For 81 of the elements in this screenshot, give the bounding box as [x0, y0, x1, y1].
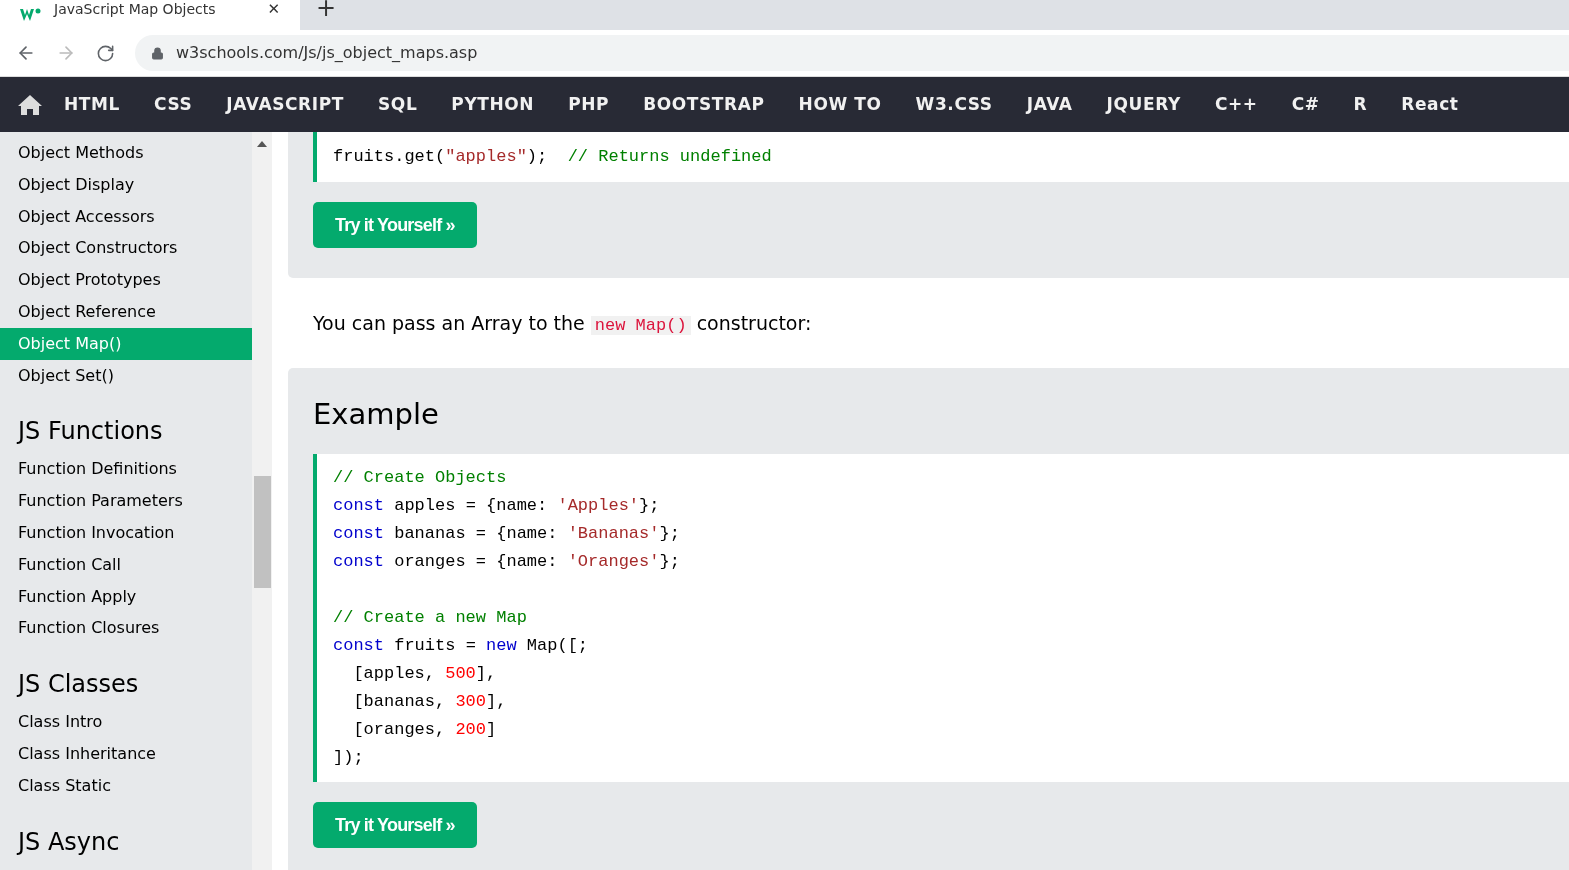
- code-number: 500: [445, 664, 476, 683]
- new-tab-button[interactable]: +: [316, 0, 337, 18]
- home-icon[interactable]: [17, 93, 43, 116]
- nav-link[interactable]: CSS: [137, 91, 210, 118]
- nav-link[interactable]: PHP: [551, 91, 627, 118]
- sidebar-item[interactable]: Object Reference: [0, 296, 252, 328]
- code-number: 200: [455, 720, 487, 739]
- reload-icon[interactable]: [96, 43, 115, 63]
- sidebar-item[interactable]: Object Accessors: [0, 200, 252, 233]
- sidebar-heading: JS Classes: [15, 669, 140, 701]
- sidebar-item[interactable]: Object Methods: [0, 137, 252, 169]
- code-text: [oranges,: [352, 720, 447, 739]
- code-text: [bananas,: [352, 692, 447, 711]
- sidebar-item[interactable]: Class Inheritance: [0, 737, 252, 770]
- code-text: apples = {name:: [393, 496, 549, 515]
- sidebar-item[interactable]: Function Apply: [0, 580, 252, 613]
- code-text: fruits.get(: [333, 147, 446, 166]
- tab-title: JavaScript Map Objects: [54, 0, 217, 19]
- nav-link[interactable]: SQL: [361, 91, 435, 118]
- sidebar-item[interactable]: Object Set(): [0, 359, 252, 392]
- paragraph: You can pass an Array to the new Map() constructor:: [312, 311, 813, 337]
- code-text: ]: [486, 720, 497, 739]
- nav-link[interactable]: BOOTSTRAP: [626, 91, 782, 118]
- sidebar-item[interactable]: Function Parameters: [0, 485, 252, 517]
- example-heading: Example: [313, 396, 440, 433]
- nav-link[interactable]: HTML: [47, 91, 137, 118]
- nav-link[interactable]: JQUERY: [1089, 91, 1198, 118]
- code-string: 'Oranges': [567, 552, 660, 571]
- code-text: );: [526, 147, 549, 166]
- code-text: bananas = {name:: [393, 524, 559, 543]
- scrollbar[interactable]: [252, 132, 272, 870]
- sidebar-item[interactable]: Function Closures: [0, 612, 252, 645]
- sidebar-item[interactable]: Object Prototypes: [0, 264, 252, 296]
- code-keyword: new: [486, 636, 517, 655]
- lock-icon: [151, 46, 164, 60]
- code-keyword: const: [333, 636, 384, 655]
- code-text: Map([;: [525, 636, 589, 655]
- scrollbar-thumb[interactable]: [254, 476, 271, 588]
- code-string: 'Apples': [557, 496, 640, 515]
- code-text: oranges = {name:: [393, 552, 559, 571]
- nav-link[interactable]: JAVASCRIPT: [209, 91, 361, 118]
- logo-icon: [20, 8, 42, 22]
- close-tab-button[interactable]: ✕: [267, 0, 280, 21]
- code-text: };: [639, 496, 660, 515]
- sidebar-item[interactable]: Class Static: [0, 769, 252, 802]
- nav-link[interactable]: C#: [1274, 91, 1337, 118]
- sidebar-item[interactable]: Function Invocation: [0, 516, 252, 549]
- code-string: "apples": [445, 147, 527, 166]
- code-text: fruits =: [393, 636, 477, 655]
- sidebar-item[interactable]: Function Call: [0, 548, 252, 581]
- code-text: [apples,: [352, 664, 437, 683]
- scroll-up-icon[interactable]: [257, 141, 267, 147]
- code-number: 300: [455, 692, 487, 711]
- code-comment: // Returns undefined: [567, 147, 772, 166]
- nav-link[interactable]: JAVA: [1009, 91, 1090, 118]
- sidebar-heading: JS Functions: [15, 416, 164, 448]
- code-text: ],: [486, 692, 507, 711]
- nav-link[interactable]: W3.CSS: [898, 91, 1010, 118]
- code-text: ]);: [333, 748, 364, 767]
- code-text: };: [659, 552, 680, 571]
- nav-link[interactable]: HOW TO: [781, 91, 899, 118]
- address-bar[interactable]: w3schools.com/Js/js_object_maps.asp: [135, 35, 1569, 71]
- sidebar-item[interactable]: Object Constructors: [0, 232, 252, 265]
- nav-link[interactable]: C++: [1197, 91, 1275, 118]
- code-keyword: const: [333, 552, 384, 571]
- sidebar-item[interactable]: Object Display: [0, 168, 252, 201]
- code-text: ],: [475, 664, 497, 683]
- sidebar-heading: JS Async: [15, 826, 121, 858]
- nav-link[interactable]: R: [1336, 91, 1385, 118]
- code-text: };: [659, 524, 680, 543]
- url-text: w3schools.com/Js/js_object_maps.asp: [176, 42, 478, 64]
- code-string: 'Bananas': [567, 524, 660, 543]
- code-comment: // Create Objects: [333, 468, 507, 487]
- code-comment: // Create a new Map: [333, 608, 527, 627]
- code-keyword: const: [333, 524, 384, 543]
- code-keyword: const: [333, 496, 384, 515]
- nav-link[interactable]: PYTHON: [434, 91, 552, 118]
- sidebar-item[interactable]: Function Definitions: [0, 453, 252, 486]
- nav-link[interactable]: React: [1384, 91, 1476, 118]
- sidebar-item[interactable]: Class Intro: [0, 706, 252, 738]
- browser-tab[interactable]: JavaScript Map Objects ✕: [0, 0, 300, 30]
